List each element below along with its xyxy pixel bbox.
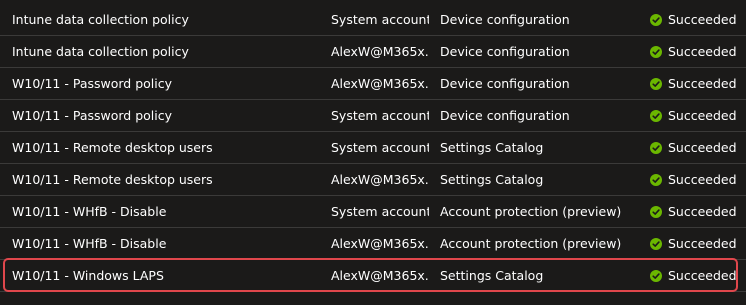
table-row[interactable]: W10/11 - WHfB - Disable System account A… (0, 196, 746, 228)
table-row[interactable]: W10/11 - Windows LAPS AlexW@M365x... Set… (0, 260, 746, 292)
policy-type: Account protection (preview) (440, 204, 622, 219)
table-row[interactable]: Intune data collection policy AlexW@M365… (0, 36, 746, 68)
status-label: Succeeded (668, 268, 737, 283)
table-row[interactable]: W10/11 - Remote desktop users System acc… (0, 132, 746, 164)
policy-status: Succeeded (650, 196, 742, 227)
checkmark-circle-icon (650, 110, 662, 122)
policy-type: Account protection (preview) (440, 236, 622, 251)
policy-name[interactable]: W10/11 - WHfB - Disable (12, 196, 322, 227)
status-label: Succeeded (668, 140, 737, 155)
checkmark-circle-icon (650, 174, 662, 186)
policy-type: Settings Catalog (440, 268, 544, 283)
policy-name[interactable]: Intune data collection policy (12, 4, 322, 35)
policy-name[interactable]: W10/11 - Password policy (12, 68, 322, 99)
policy-name[interactable]: W10/11 - WHfB - Disable (12, 228, 322, 259)
checkmark-circle-icon (650, 46, 662, 58)
table-row[interactable]: W10/11 - Password policy System account … (0, 100, 746, 132)
policy-user: AlexW@M365x... (331, 236, 429, 251)
policy-status-table: Intune data collection policy System acc… (0, 4, 746, 292)
status-label: Succeeded (668, 108, 737, 123)
policy-name[interactable]: W10/11 - Password policy (12, 100, 322, 131)
policy-status: Succeeded (650, 132, 742, 163)
policy-user: AlexW@M365x... (331, 172, 429, 187)
status-label: Succeeded (668, 12, 737, 27)
policy-type: Device configuration (440, 76, 570, 91)
policy-name[interactable]: W10/11 - Remote desktop users (12, 164, 322, 195)
policy-name[interactable]: Intune data collection policy (12, 36, 322, 67)
checkmark-circle-icon (650, 142, 662, 154)
policy-type: Device configuration (440, 12, 570, 27)
checkmark-circle-icon (650, 238, 662, 250)
table-row[interactable]: Intune data collection policy System acc… (0, 4, 746, 36)
policy-type: Device configuration (440, 108, 570, 123)
table-row[interactable]: W10/11 - Password policy AlexW@M365x... … (0, 68, 746, 100)
policy-status: Succeeded (650, 100, 742, 131)
policy-user: System account (331, 140, 429, 155)
status-label: Succeeded (668, 204, 737, 219)
checkmark-circle-icon (650, 206, 662, 218)
policy-user: System account (331, 108, 429, 123)
table-row[interactable]: W10/11 - WHfB - Disable AlexW@M365x... A… (0, 228, 746, 260)
policy-type: Settings Catalog (440, 140, 544, 155)
status-label: Succeeded (668, 236, 737, 251)
checkmark-circle-icon (650, 270, 662, 282)
policy-user: System account (331, 204, 429, 219)
policy-type: Device configuration (440, 44, 570, 59)
policy-status: Succeeded (650, 260, 742, 291)
policy-user: AlexW@M365x... (331, 44, 429, 59)
status-label: Succeeded (668, 76, 737, 91)
policy-name[interactable]: W10/11 - Windows LAPS (12, 260, 322, 291)
policy-status: Succeeded (650, 4, 742, 35)
policy-user: AlexW@M365x... (331, 76, 429, 91)
checkmark-circle-icon (650, 78, 662, 90)
status-label: Succeeded (668, 172, 737, 187)
policy-type: Settings Catalog (440, 172, 544, 187)
status-label: Succeeded (668, 44, 737, 59)
policy-status: Succeeded (650, 164, 742, 195)
policy-user: System account (331, 12, 429, 27)
policy-name[interactable]: W10/11 - Remote desktop users (12, 132, 322, 163)
policy-status: Succeeded (650, 228, 742, 259)
policy-status: Succeeded (650, 36, 742, 67)
table-row[interactable]: W10/11 - Remote desktop users AlexW@M365… (0, 164, 746, 196)
policy-status: Succeeded (650, 68, 742, 99)
checkmark-circle-icon (650, 14, 662, 26)
policy-user: AlexW@M365x... (331, 268, 429, 283)
